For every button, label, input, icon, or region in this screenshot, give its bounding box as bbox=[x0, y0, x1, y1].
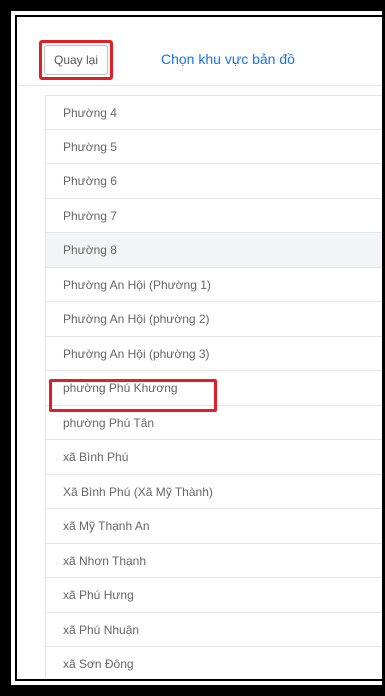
list-item-highlighted[interactable]: phường Phú Khương bbox=[45, 371, 382, 406]
list-item[interactable]: xã Nhơn Thạnh bbox=[45, 543, 382, 578]
list-item-selected[interactable]: Phường 8 bbox=[45, 233, 382, 268]
list-item[interactable]: Phường 4 bbox=[45, 95, 382, 130]
header: Quay lại Chọn khu vực bản đồ bbox=[17, 17, 382, 86]
list-item[interactable]: Phường An Hội (phường 3) bbox=[45, 336, 382, 371]
list-item[interactable]: phường Phú Tân bbox=[45, 405, 382, 440]
list-item[interactable]: Phường An Hội (phường 2) bbox=[45, 302, 382, 337]
list-item[interactable]: xã Bình Phú bbox=[45, 440, 382, 475]
list-item[interactable]: Phường An Hội (Phường 1) bbox=[45, 267, 382, 302]
list-item[interactable]: xã Phú Nhuận bbox=[45, 612, 382, 647]
list-item[interactable]: xã Mỹ Thạnh An bbox=[45, 509, 382, 544]
list-item[interactable]: Phường 7 bbox=[45, 198, 382, 233]
list-item[interactable]: Xã Bình Phú (Xã Mỹ Thành) bbox=[45, 474, 382, 509]
list-item[interactable]: Phường 5 bbox=[45, 129, 382, 164]
page-title: Chọn khu vực bản đồ bbox=[161, 51, 295, 67]
area-list: Phường 4 Phường 5 Phường 6 Phường 7 Phườ… bbox=[45, 95, 382, 679]
list-item[interactable]: xã Phú Hưng bbox=[45, 578, 382, 613]
list-item[interactable]: Phường 6 bbox=[45, 164, 382, 199]
app-frame: Quay lại Chọn khu vực bản đồ Phường 4 Ph… bbox=[8, 8, 385, 688]
back-button[interactable]: Quay lại bbox=[44, 45, 108, 75]
content-panel: Quay lại Chọn khu vực bản đồ Phường 4 Ph… bbox=[15, 15, 382, 681]
list-item[interactable]: xã Sơn Đông bbox=[45, 647, 382, 679]
